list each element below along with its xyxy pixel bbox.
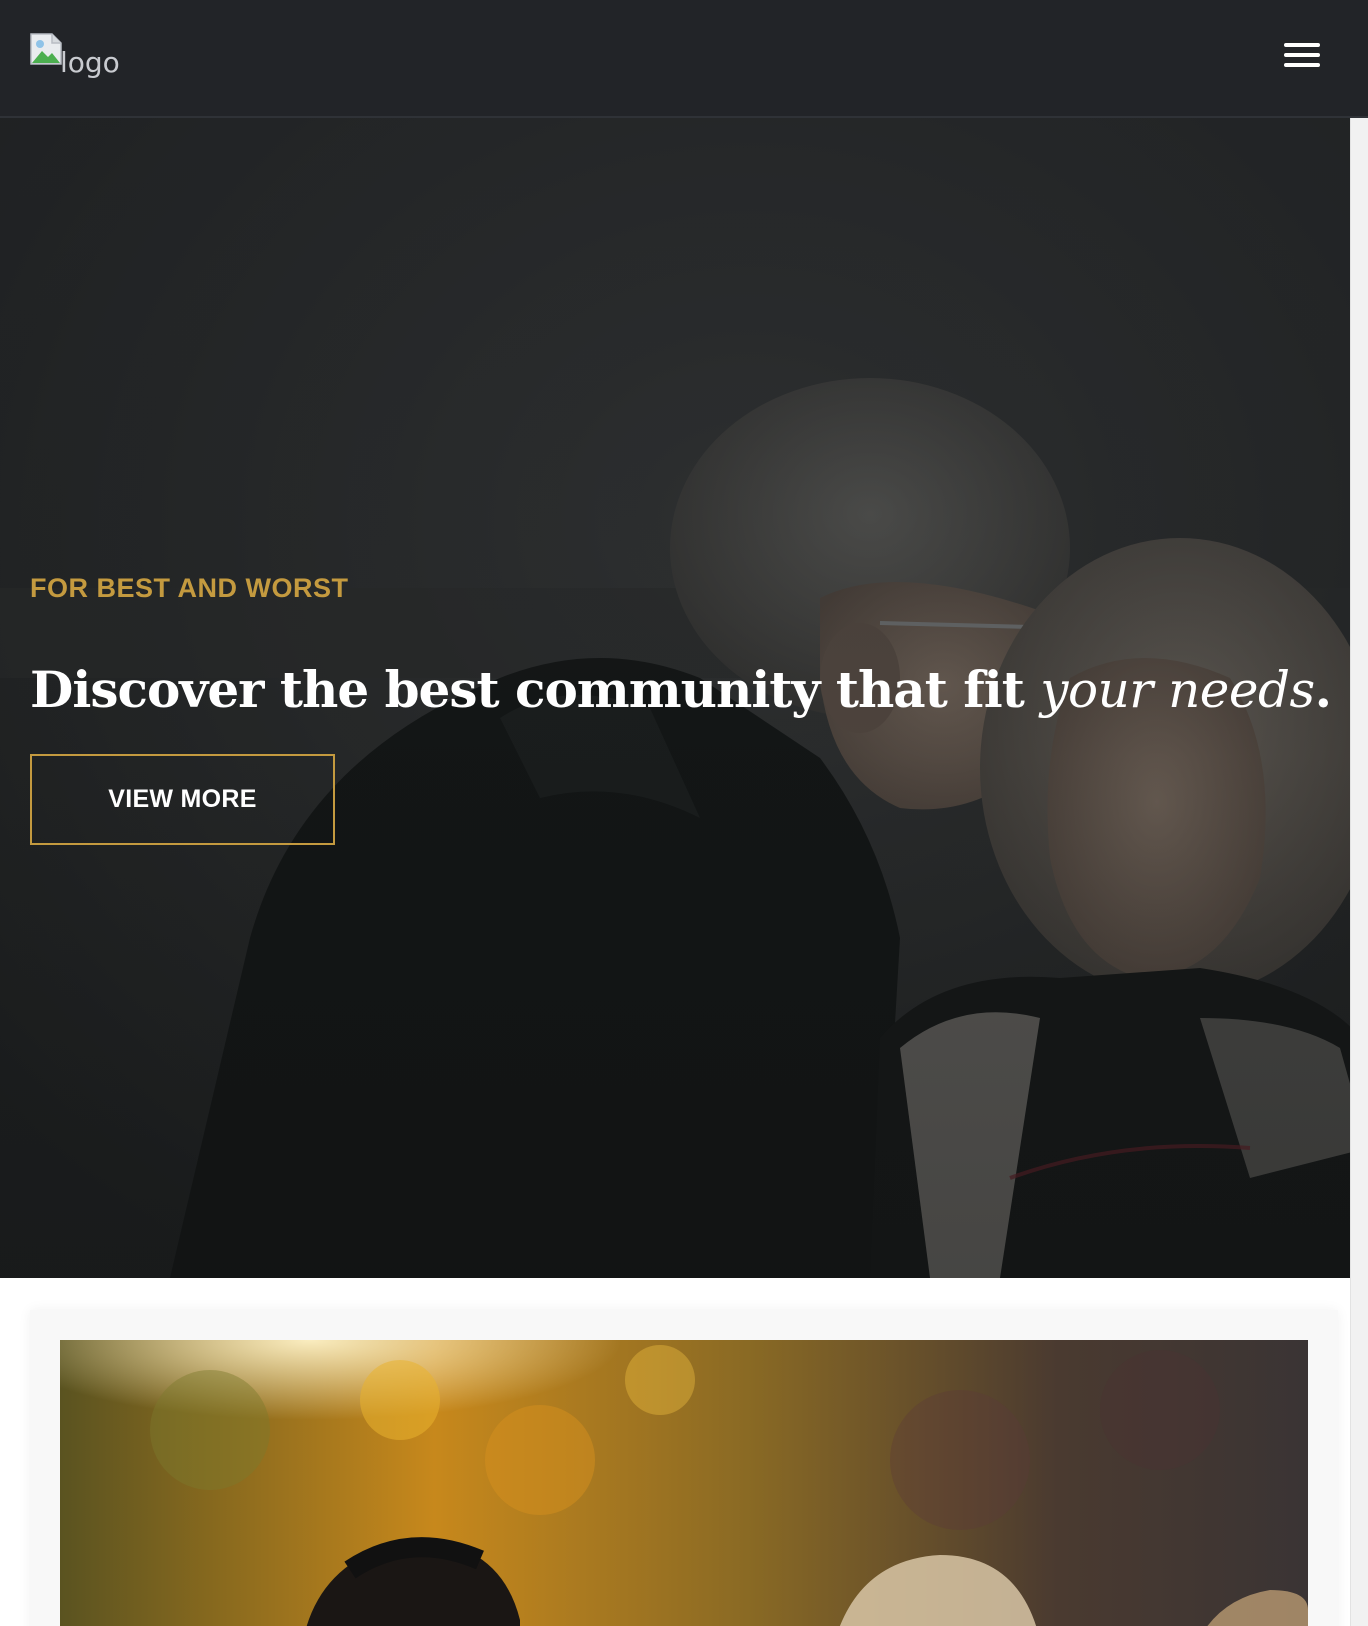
hero-section: FOR BEST AND WORST Discover the best com… [0,118,1368,1278]
hero-eyebrow: FOR BEST AND WORST [30,573,349,603]
site-header: logo [0,0,1368,118]
hamburger-line [1284,53,1320,57]
featured-section [0,1278,1368,1626]
view-more-button[interactable]: VIEW MORE [30,754,335,845]
hamburger-line [1284,63,1320,67]
logo-link[interactable]: logo [30,33,122,79]
headline-suffix: . [1314,660,1332,719]
featured-card [30,1310,1338,1626]
headline-italic: your needs [1040,661,1315,719]
featured-card-photo [60,1340,1308,1626]
page: logo FOR BEST AND WORST Discover the bes… [0,0,1368,1626]
hero-content: FOR BEST AND WORST Discover the best com… [30,573,1332,845]
logo-alt-text: logo [60,46,120,79]
vertical-scrollbar[interactable] [1350,0,1368,1626]
hamburger-line [1284,43,1320,47]
broken-image-icon [30,33,62,65]
hamburger-menu-icon[interactable] [1284,41,1320,69]
headline-prefix: Discover the best community that fit [30,660,1041,719]
hero-headline: Discover the best community that fit you… [30,660,1332,719]
